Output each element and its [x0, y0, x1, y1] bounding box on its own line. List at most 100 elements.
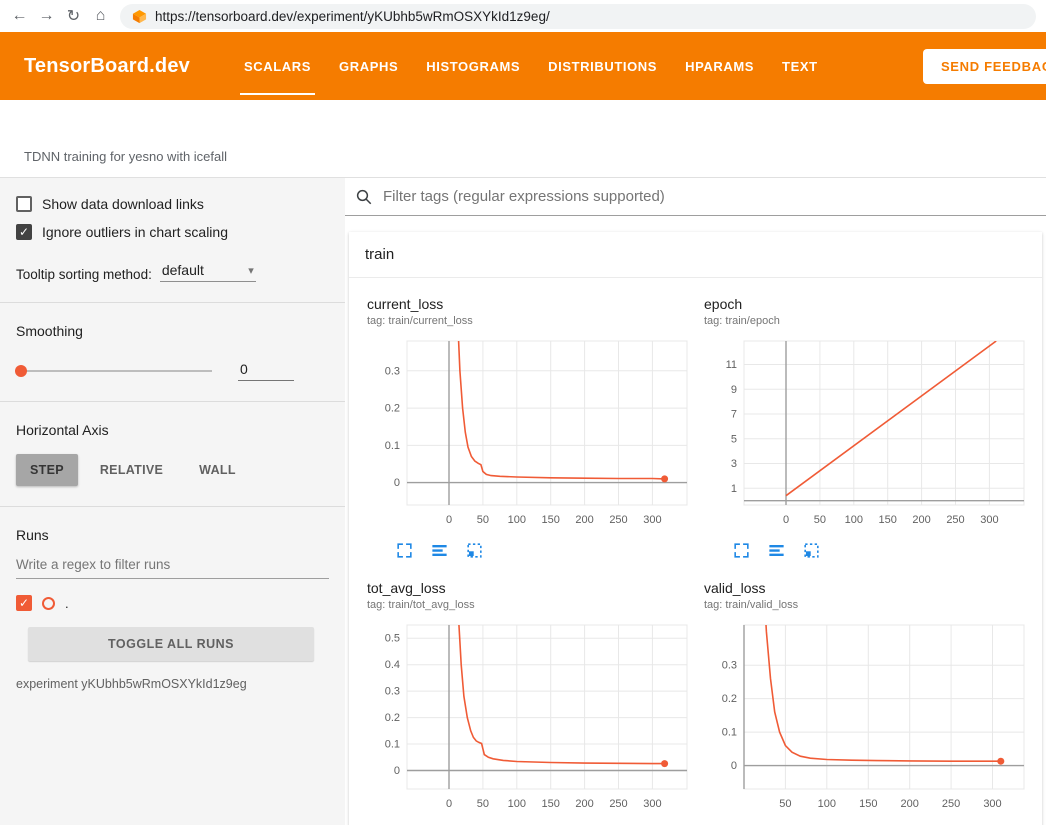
- train-group-card: train current_loss tag: train/current_lo…: [349, 232, 1042, 825]
- svg-text:0: 0: [446, 798, 452, 810]
- search-icon: [355, 188, 373, 206]
- svg-text:250: 250: [609, 514, 627, 526]
- svg-text:100: 100: [845, 514, 863, 526]
- svg-text:50: 50: [477, 514, 489, 526]
- tab-graphs[interactable]: GRAPHS: [325, 32, 412, 100]
- svg-text:200: 200: [901, 798, 919, 810]
- chart-card-tot-avg-loss: tot_avg_loss tag: train/tot_avg_loss 0 50…: [359, 566, 696, 825]
- svg-text:5: 5: [731, 433, 737, 445]
- runs-regex-input[interactable]: [16, 551, 329, 579]
- chart-tag: tag: train/valid_loss: [704, 599, 1029, 611]
- smoothing-slider[interactable]: [16, 370, 212, 372]
- svg-text:250: 250: [609, 798, 627, 810]
- reload-icon[interactable]: ↻: [60, 3, 87, 30]
- show-download-links-row[interactable]: Show data download links: [16, 196, 329, 212]
- url-text: https://tensorboard.dev/experiment/yKUbh…: [155, 9, 550, 24]
- tab-text[interactable]: TEXT: [768, 32, 832, 100]
- svg-text:0.1: 0.1: [722, 727, 737, 739]
- show-download-links-checkbox[interactable]: [16, 196, 32, 212]
- svg-text:11: 11: [726, 359, 737, 371]
- svg-text:0.1: 0.1: [385, 440, 400, 452]
- fit-domain-icon[interactable]: [802, 541, 821, 560]
- svg-text:150: 150: [859, 798, 877, 810]
- cards-area: train current_loss tag: train/current_lo…: [345, 216, 1046, 825]
- svg-text:50: 50: [477, 798, 489, 810]
- tag-filter-input[interactable]: [383, 188, 1036, 205]
- svg-text:300: 300: [980, 514, 998, 526]
- run-name: .: [65, 596, 69, 611]
- tag-filter-row: [345, 178, 1046, 216]
- svg-text:0.3: 0.3: [385, 686, 400, 698]
- svg-text:0.2: 0.2: [385, 712, 400, 724]
- experiment-title-band: TDNN training for yesno with icefall: [0, 100, 1046, 178]
- chart-card-current-loss: current_loss tag: train/current_loss 050…: [359, 282, 696, 566]
- chart-card-valid-loss: valid_loss tag: train/valid_loss 5010015…: [696, 566, 1033, 825]
- tooltip-sorting-row: Tooltip sorting method: default ▾: [16, 262, 329, 282]
- smoothing-value-input[interactable]: 0: [238, 361, 294, 381]
- chevron-down-icon: ▾: [248, 264, 254, 277]
- divider: [0, 506, 345, 507]
- chart-tag: tag: train/tot_avg_loss: [367, 599, 692, 611]
- forward-icon[interactable]: →: [33, 3, 60, 30]
- svg-text:0: 0: [446, 514, 452, 526]
- run-row[interactable]: ✓ .: [16, 595, 329, 611]
- chart-title: epoch: [704, 296, 1029, 312]
- runs-label: Runs: [16, 527, 329, 543]
- toggle-y-axis-icon[interactable]: [767, 541, 786, 560]
- tab-hparams[interactable]: HPARAMS: [671, 32, 768, 100]
- back-icon[interactable]: ←: [6, 3, 33, 30]
- line-chart-current-loss[interactable]: 05010015020025030000.10.20.3: [363, 335, 693, 531]
- svg-text:100: 100: [508, 514, 526, 526]
- line-chart-epoch[interactable]: 0501001502002503001357911: [700, 335, 1030, 531]
- home-icon[interactable]: ⌂: [87, 3, 114, 30]
- svg-text:0.3: 0.3: [722, 660, 737, 672]
- expand-chart-icon[interactable]: [732, 541, 751, 560]
- tooltip-sorting-select[interactable]: default ▾: [160, 262, 256, 282]
- smoothing-slider-thumb[interactable]: [15, 365, 27, 377]
- svg-text:150: 150: [879, 514, 897, 526]
- chart-tag: tag: train/epoch: [704, 315, 1029, 327]
- send-feedback-button[interactable]: SEND FEEDBACK: [923, 49, 1046, 84]
- tab-histograms[interactable]: HISTOGRAMS: [412, 32, 534, 100]
- toggle-all-runs-button[interactable]: TOGGLE ALL RUNS: [28, 627, 314, 661]
- divider: [0, 302, 345, 303]
- settings-sidebar: Show data download links ✓ Ignore outlie…: [0, 178, 345, 825]
- browser-chrome: ← → ↻ ⌂ https://tensorboard.dev/experime…: [0, 0, 1046, 32]
- page: ← → ↻ ⌂ https://tensorboard.dev/experime…: [0, 0, 1046, 825]
- axis-wall-button[interactable]: WALL: [185, 454, 250, 486]
- expand-chart-icon[interactable]: [395, 541, 414, 560]
- chart-title: valid_loss: [704, 580, 1029, 596]
- tooltip-sorting-label: Tooltip sorting method:: [16, 267, 152, 282]
- smoothing-slider-row: 0: [16, 361, 329, 381]
- svg-text:300: 300: [643, 798, 661, 810]
- axis-step-button[interactable]: STEP: [16, 454, 78, 486]
- address-bar[interactable]: https://tensorboard.dev/experiment/yKUbh…: [120, 4, 1036, 29]
- svg-text:200: 200: [575, 798, 593, 810]
- experiment-id-label: experiment yKUbhb5wRmOSXYkId1z9eg: [16, 677, 329, 691]
- svg-text:3: 3: [731, 458, 737, 470]
- chart-title: tot_avg_loss: [367, 580, 692, 596]
- svg-text:0: 0: [783, 514, 789, 526]
- chart-tag: tag: train/current_loss: [367, 315, 692, 327]
- toggle-y-axis-icon[interactable]: [430, 541, 449, 560]
- svg-text:7: 7: [731, 409, 737, 421]
- fit-domain-icon[interactable]: [465, 541, 484, 560]
- svg-text:100: 100: [818, 798, 836, 810]
- tooltip-sorting-value: default: [162, 262, 204, 278]
- tab-scalars[interactable]: SCALARS: [230, 32, 325, 100]
- svg-text:100: 100: [508, 798, 526, 810]
- ignore-outliers-row[interactable]: ✓ Ignore outliers in chart scaling: [16, 224, 329, 240]
- svg-text:0.2: 0.2: [385, 403, 400, 415]
- chart-toolbar: [395, 541, 692, 560]
- run-checkbox[interactable]: ✓: [16, 595, 32, 611]
- line-chart-tot-avg-loss[interactable]: 05010015020025030000.10.20.30.40.5: [363, 619, 693, 815]
- axis-relative-button[interactable]: RELATIVE: [86, 454, 177, 486]
- train-group-header[interactable]: train: [349, 232, 1042, 278]
- ignore-outliers-checkbox[interactable]: ✓: [16, 224, 32, 240]
- chart-card-epoch: epoch tag: train/epoch 05010015020025030…: [696, 282, 1033, 566]
- tensorboard-favicon: [132, 9, 147, 24]
- svg-text:0: 0: [394, 477, 400, 489]
- svg-text:250: 250: [946, 514, 964, 526]
- line-chart-valid-loss[interactable]: 5010015020025030000.10.20.3: [700, 619, 1030, 815]
- tab-distributions[interactable]: DISTRIBUTIONS: [534, 32, 671, 100]
